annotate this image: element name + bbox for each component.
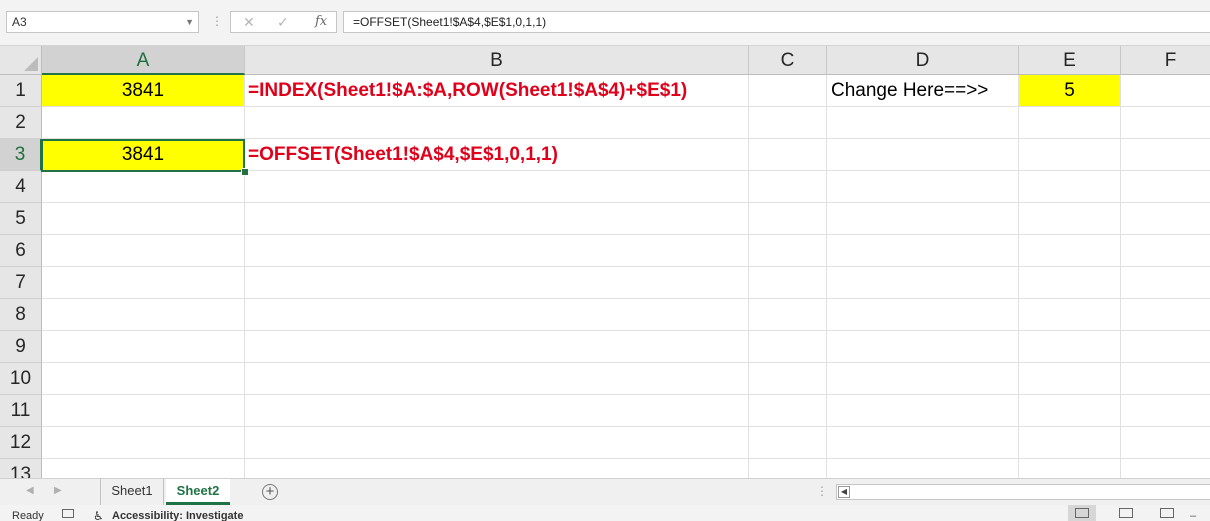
gridline — [1018, 75, 1019, 478]
active-cell-border — [41, 139, 245, 172]
formula-buttons: ✕ ✓ fx — [230, 11, 337, 33]
row-header-3[interactable]: 3 — [0, 139, 42, 171]
add-sheet-icon[interactable]: + — [262, 484, 278, 500]
sheet-tab-sheet2[interactable]: Sheet2 — [166, 479, 230, 505]
cell-e1[interactable]: 5 — [1019, 75, 1120, 106]
page-break-view-icon[interactable] — [1160, 508, 1174, 518]
column-header-a[interactable]: A — [42, 46, 245, 75]
row-header-5[interactable]: 5 — [0, 203, 42, 235]
gridline — [42, 458, 1210, 459]
status-bar: Ready ♿ Accessibility: Investigate – — [0, 505, 1210, 521]
zoom-out-icon[interactable]: – — [1190, 505, 1196, 521]
tab-split-handle-icon[interactable]: ⋮ — [816, 484, 828, 498]
gridline — [42, 298, 1210, 299]
cell-b1[interactable]: =INDEX(Sheet1!$A:$A,ROW(Sheet1!$A$4)+$E$… — [245, 75, 748, 106]
page-layout-view-icon[interactable] — [1119, 508, 1133, 518]
insert-function-icon[interactable]: fx — [315, 14, 327, 30]
fill-handle[interactable] — [241, 168, 249, 176]
select-all-button[interactable] — [0, 46, 42, 75]
gridline — [42, 330, 1210, 331]
row-header-10[interactable]: 10 — [0, 363, 42, 395]
gridline — [42, 234, 1210, 235]
gridline — [1120, 75, 1121, 478]
name-box[interactable]: A3 ▼ — [6, 11, 199, 33]
row-header-13[interactable]: 13 — [0, 459, 42, 478]
row-header-1[interactable]: 1 — [0, 75, 42, 107]
normal-view-icon[interactable] — [1075, 508, 1089, 518]
horizontal-scrollbar[interactable]: ◀ — [836, 484, 1210, 500]
previous-sheet-icon[interactable]: ◀ — [26, 484, 34, 498]
worksheet-grid: A B C D E F 1 2 3 4 5 6 7 8 9 10 11 12 1… — [0, 46, 1210, 478]
select-all-icon — [24, 57, 38, 71]
gridline — [244, 75, 245, 478]
column-header-c[interactable]: C — [749, 46, 827, 75]
gridline — [42, 362, 1210, 363]
next-sheet-icon[interactable]: ▶ — [54, 484, 62, 498]
gridline — [826, 75, 827, 478]
gridline — [42, 202, 1210, 203]
cancel-icon[interactable]: ✕ — [243, 14, 255, 30]
cell-a1[interactable]: 3841 — [42, 75, 244, 106]
column-header-e[interactable]: E — [1019, 46, 1121, 75]
gridline — [748, 75, 749, 478]
row-header-2[interactable]: 2 — [0, 107, 42, 139]
row-header-8[interactable]: 8 — [0, 299, 42, 331]
gridline — [42, 266, 1210, 267]
row-header-4[interactable]: 4 — [0, 171, 42, 203]
row-header-7[interactable]: 7 — [0, 267, 42, 299]
column-header-f[interactable]: F — [1121, 46, 1210, 75]
more-options-icon[interactable]: ⋮ — [211, 13, 223, 29]
row-header-6[interactable]: 6 — [0, 235, 42, 267]
enter-icon[interactable]: ✓ — [277, 14, 289, 30]
gridline — [42, 426, 1210, 427]
formula-input[interactable]: =OFFSET(Sheet1!$A$4,$E$1,0,1,1) — [343, 11, 1210, 33]
row-header-12[interactable]: 12 — [0, 427, 42, 459]
chevron-down-icon[interactable]: ▼ — [185, 12, 194, 32]
gridline — [42, 394, 1210, 395]
sheet-tab-bar: ◀ ▶ Sheet1 Sheet2 + ⋮ ◀ — [0, 478, 1210, 505]
cell-d1[interactable]: Change Here==>> — [827, 75, 1018, 106]
sheet-tab-sheet1[interactable]: Sheet1 — [100, 479, 164, 505]
row-header-11[interactable]: 11 — [0, 395, 42, 427]
accessibility-icon: ♿ — [93, 509, 104, 521]
accessibility-status[interactable]: Accessibility: Investigate — [112, 505, 243, 521]
column-header-b[interactable]: B — [245, 46, 749, 75]
scroll-left-icon[interactable]: ◀ — [838, 486, 850, 498]
formula-bar: A3 ▼ ⋮ ✕ ✓ fx =OFFSET(Sheet1!$A$4,$E$1,0… — [0, 0, 1210, 46]
row-header-9[interactable]: 9 — [0, 331, 42, 363]
status-ready: Ready — [12, 510, 44, 521]
gridline — [42, 106, 1210, 107]
column-header-d[interactable]: D — [827, 46, 1019, 75]
macro-record-icon[interactable] — [62, 509, 74, 518]
name-box-value: A3 — [12, 15, 27, 29]
cell-b3[interactable]: =OFFSET(Sheet1!$A$4,$E$1,0,1,1) — [245, 139, 748, 170]
